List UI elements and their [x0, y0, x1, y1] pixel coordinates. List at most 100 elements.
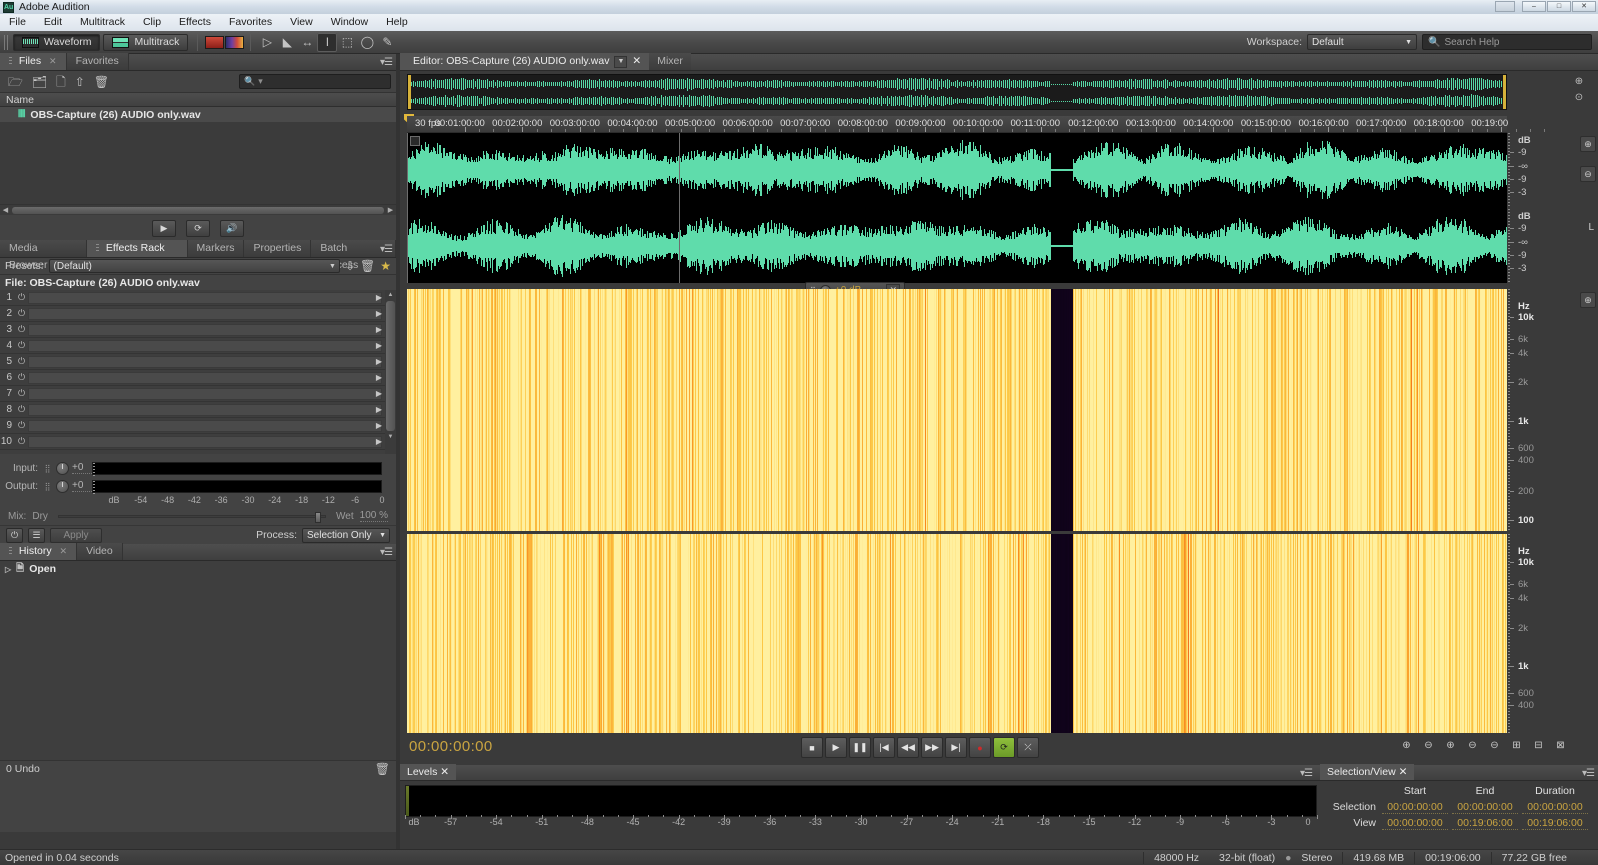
maximize-button[interactable]: □: [1547, 1, 1571, 12]
effect-slot[interactable]: 10 ⏻ ▶: [0, 434, 396, 450]
tab-files[interactable]: Files ✕: [0, 53, 67, 70]
chevron-right-icon[interactable]: ▶: [376, 421, 382, 430]
workspace-select[interactable]: Default ▼: [1307, 34, 1417, 50]
chevron-right-icon[interactable]: ▶: [376, 325, 382, 334]
gain-slider-icon[interactable]: ⣿: [42, 464, 53, 473]
power-icon[interactable]: ⏻: [15, 340, 28, 351]
effect-slot[interactable]: 9 ⏻ ▶: [0, 418, 396, 434]
export-file-icon[interactable]: ⇧: [75, 76, 85, 88]
menu-edit[interactable]: Edit: [35, 14, 71, 31]
slip-tool-button[interactable]: ◣: [277, 33, 297, 52]
slot-field[interactable]: [28, 307, 382, 320]
power-icon[interactable]: ⏻: [15, 324, 28, 335]
delete-history-icon[interactable]: 🗑: [375, 763, 390, 775]
input-gain-value[interactable]: +0: [72, 462, 92, 474]
gain-slider-icon[interactable]: ⣿: [42, 482, 53, 491]
close-icon[interactable]: ✕: [632, 53, 641, 70]
process-select[interactable]: Selection Only ▼: [302, 527, 390, 543]
waveform-view-button[interactable]: [204, 33, 224, 52]
paintbrush-tool-button[interactable]: ✎: [377, 33, 397, 52]
delete-preset-icon[interactable]: 🗑: [360, 260, 375, 272]
auto-play-button[interactable]: 🔊: [220, 219, 244, 237]
chevron-right-icon[interactable]: ▶: [376, 373, 382, 382]
favorite-star-icon[interactable]: ★: [380, 260, 391, 272]
effects-list-button[interactable]: ☰: [28, 527, 45, 543]
scroll-right-icon[interactable]: ▶: [385, 206, 396, 214]
mix-slider[interactable]: [57, 511, 327, 523]
effect-slot[interactable]: 4 ⏻ ▶: [0, 338, 396, 354]
amplitude-zoom-out-button[interactable]: ⊖: [1580, 166, 1596, 182]
menu-file[interactable]: File: [0, 14, 35, 31]
power-icon[interactable]: ⏻: [15, 308, 28, 319]
output-gain-knob[interactable]: [56, 479, 69, 493]
open-file-icon[interactable]: 🗁: [8, 76, 23, 88]
scroll-left-icon[interactable]: ◀: [0, 206, 11, 214]
effect-slot[interactable]: 5 ⏻ ▶: [0, 354, 396, 370]
lock-overview-icon[interactable]: ⊙: [1572, 92, 1586, 106]
power-icon[interactable]: ⏻: [15, 404, 28, 415]
multitrack-mode-button[interactable]: Multitrack: [103, 33, 189, 51]
amplitude-zoom-in-button[interactable]: ⊕: [1580, 136, 1596, 152]
scroll-up-icon[interactable]: ▲: [385, 290, 396, 300]
chevron-right-icon[interactable]: ▶: [376, 405, 382, 414]
mix-slider-thumb[interactable]: [315, 511, 322, 523]
slot-field[interactable]: [28, 387, 382, 400]
effect-slot[interactable]: 8 ⏻ ▶: [0, 402, 396, 418]
search-help-input[interactable]: 🔍 Search Help: [1422, 34, 1592, 50]
zoom-overview-icon[interactable]: ⊕: [1572, 76, 1586, 90]
toolbar-grip[interactable]: [4, 34, 9, 50]
tab-video[interactable]: Video: [77, 543, 123, 560]
files-search-input[interactable]: 🔍 ▾: [239, 74, 391, 89]
expand-icon[interactable]: ▷: [5, 565, 11, 574]
effects-vertical-scrollbar[interactable]: ▲ ▼: [385, 290, 396, 454]
menu-effects[interactable]: Effects: [170, 14, 220, 31]
tab-mixer[interactable]: Mixer: [649, 53, 691, 70]
files-horizontal-scrollbar[interactable]: ◀ ▶: [0, 204, 396, 215]
amplitude-scale-left[interactable]: dB -9 -∞ -9 -3: [1508, 133, 1568, 207]
apply-button[interactable]: Apply: [50, 527, 102, 543]
mix-percent-value[interactable]: 100 %: [359, 510, 388, 522]
chevron-right-icon[interactable]: ▶: [376, 437, 382, 446]
close-icon[interactable]: ✕: [60, 546, 68, 556]
slot-field[interactable]: [28, 419, 382, 432]
close-icon[interactable]: ✕: [49, 56, 57, 66]
menu-clip[interactable]: Clip: [134, 14, 170, 31]
menu-view[interactable]: View: [281, 14, 322, 31]
history-panel-menu-icon[interactable]: ▾☰: [380, 547, 393, 558]
effects-power-button[interactable]: ⏻: [6, 527, 23, 543]
slot-field[interactable]: [28, 403, 382, 416]
power-icon[interactable]: ⏻: [15, 436, 28, 447]
menu-window[interactable]: Window: [322, 14, 377, 31]
lasso-tool-button[interactable]: ◯: [357, 33, 377, 52]
play-preview-button[interactable]: ▶: [152, 219, 176, 237]
scrollbar-thumb[interactable]: [12, 206, 384, 214]
tab-properties[interactable]: Properties: [244, 240, 312, 257]
power-icon[interactable]: ⏻: [15, 356, 28, 367]
slot-field[interactable]: [28, 371, 382, 384]
tab-favorites[interactable]: Favorites: [66, 53, 129, 70]
power-icon[interactable]: ⏻: [15, 292, 28, 303]
move-tool-button[interactable]: ▷: [257, 33, 277, 52]
chevron-right-icon[interactable]: ▶: [376, 357, 382, 366]
chevron-down-icon[interactable]: ▼: [614, 55, 628, 68]
list-item[interactable]: ⫴⫴ OBS-Capture (26) AUDIO only.wav: [0, 107, 396, 122]
output-gain-value[interactable]: +0: [72, 480, 92, 492]
menu-favorites[interactable]: Favorites: [220, 14, 281, 31]
menu-help[interactable]: Help: [377, 14, 417, 31]
overview-navigator[interactable]: [407, 74, 1507, 110]
power-icon[interactable]: ⏻: [15, 420, 28, 431]
slot-field[interactable]: [28, 291, 382, 304]
power-icon[interactable]: ⏻: [15, 372, 28, 383]
list-item[interactable]: ▷ 🗎 Open: [0, 561, 396, 577]
tab-media-browser[interactable]: Media Browser: [0, 240, 87, 271]
spectral-view-button[interactable]: [224, 33, 244, 52]
amplitude-scale-right[interactable]: dB -9 -∞ -9 -3: [1508, 209, 1568, 283]
timeline-ruler[interactable]: 30 fps 00:01:00:00 00:02:00:00 00:03:00:00 0…: [407, 116, 1546, 133]
effect-slot[interactable]: 6 ⏻ ▶: [0, 370, 396, 386]
waveform-left-channel[interactable]: [407, 133, 1507, 207]
tab-markers[interactable]: Markers: [187, 240, 245, 257]
spectral-frequency-display[interactable]: [407, 289, 1507, 777]
waveform-right-channel[interactable]: [407, 209, 1507, 283]
scroll-down-icon[interactable]: ▼: [385, 432, 396, 442]
input-gain-knob[interactable]: [56, 461, 69, 475]
